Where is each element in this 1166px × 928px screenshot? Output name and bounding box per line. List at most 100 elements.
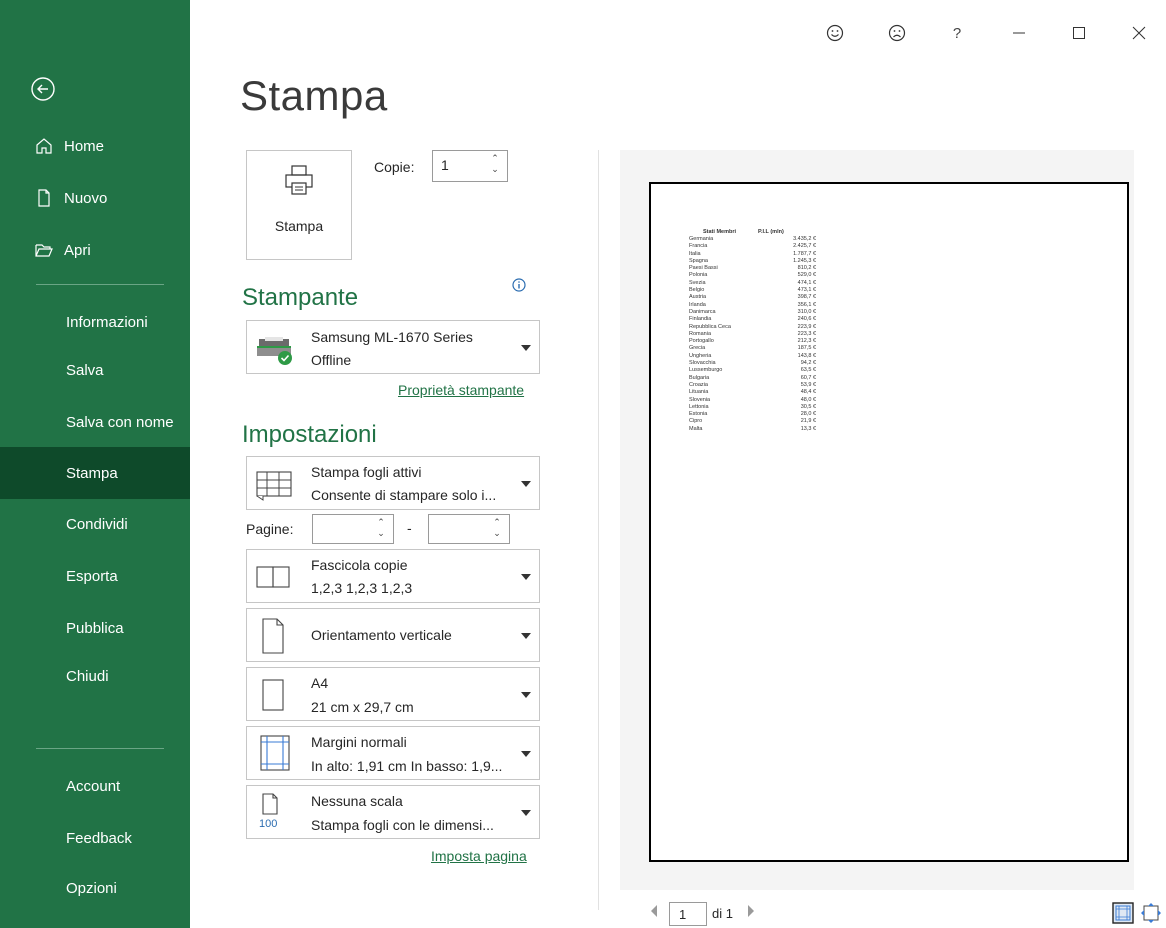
table-row: Repubblica Ceca 223,9 €: [689, 324, 816, 331]
print-what-line1: Stampa fogli attivi: [311, 464, 422, 480]
printer-section-title: Stampante: [242, 284, 359, 311]
gdp-cell: 28,0 €: [800, 411, 817, 418]
sidebar-item-open[interactable]: Apri: [0, 224, 190, 276]
maximize-icon[interactable]: [1064, 18, 1094, 48]
sidebar-item-label: Esporta: [66, 567, 118, 585]
gdp-cell: 310,0 €: [797, 308, 817, 315]
table-row: Estonia 28,0 €: [689, 411, 816, 418]
column-header: P.I.L (mln): [758, 229, 784, 235]
pages-from-input[interactable]: ⌃ ⌄: [312, 514, 394, 544]
show-margins-icon[interactable]: [1112, 902, 1134, 927]
table-row: Paesi Bassi 810,2 €: [689, 265, 816, 272]
copies-stepper[interactable]: 1 ⌃ ⌄: [432, 150, 508, 182]
pages-to-input[interactable]: ⌃ ⌄: [428, 514, 510, 544]
next-page-icon[interactable]: [746, 904, 756, 921]
table-row: Portogallo 212,3 €: [689, 338, 816, 345]
gdp-cell: 143,8 €: [797, 352, 817, 359]
country-cell: Grecia: [689, 345, 706, 352]
country-cell: Repubblica Ceca: [689, 323, 731, 330]
sheet-grid-icon: [255, 469, 295, 506]
gdp-cell: 13,3 €: [800, 425, 817, 432]
close-icon[interactable]: [1124, 18, 1154, 48]
sidebar-item-label: Condividi: [66, 515, 128, 533]
print-what-dropdown[interactable]: Stampa fogli attivi Consente di stampare…: [246, 456, 540, 510]
orientation-label: Orientamento verticale: [311, 627, 452, 643]
gdp-cell: 223,9 €: [797, 323, 817, 330]
country-cell: Bulgaria: [689, 374, 710, 381]
collate-dropdown[interactable]: Fascicola copie 1,2,3 1,2,3 1,2,3: [246, 549, 540, 603]
orientation-dropdown[interactable]: Orientamento verticale: [246, 608, 540, 662]
sidebar-item-label: Chiudi: [66, 667, 109, 685]
sidebar-item-label: Account: [66, 777, 121, 795]
scaling-line2: Stampa fogli con le dimensi...: [311, 817, 494, 833]
sidebar-item-informazioni[interactable]: Informazioni: [0, 296, 190, 348]
country-cell: Cipro: [689, 418, 703, 425]
back-arrow-icon[interactable]: [30, 76, 56, 102]
table-header-row: Stati Membri P.I.L (mln): [689, 228, 816, 236]
sidebar-item-label: Nuovo: [64, 189, 108, 207]
margins-dropdown[interactable]: Margini normali In alto: 1,91 cm In bass…: [246, 726, 540, 780]
sidebar-item-salva[interactable]: Salva: [0, 344, 190, 396]
help-icon[interactable]: ?: [942, 18, 972, 48]
sidebar-item-label: Stampa: [66, 464, 118, 482]
paper-size-line1: A4: [311, 675, 329, 691]
sidebar-item-home[interactable]: Home: [0, 120, 190, 172]
pages-label: Pagine:: [246, 521, 294, 537]
previous-page-icon[interactable]: [649, 904, 659, 921]
printer-properties-link[interactable]: Proprietà stampante: [398, 382, 524, 398]
sidebar-item-salva-con-nome[interactable]: Salva con nome: [0, 396, 190, 448]
chevron-down-icon: [521, 574, 531, 580]
sidebar-item-account[interactable]: Account: [0, 760, 190, 812]
chevron-down-icon: [521, 751, 531, 757]
gdp-cell: 810,2 €: [797, 265, 817, 272]
preview-table: Stati Membri P.I.L (mln) Germania 3.435,2…: [689, 228, 816, 433]
gdp-cell: 398,7 €: [797, 294, 817, 301]
spin-arrows-icon[interactable]: ⌃ ⌄: [375, 517, 387, 539]
print-what-line2: Consente di stampare solo i...: [311, 487, 497, 503]
gdp-cell: 223,3 €: [797, 330, 817, 337]
info-icon[interactable]: [512, 278, 526, 292]
table-row: Polonia 529,0 €: [689, 272, 816, 279]
scaling-line1: Nessuna scala: [311, 793, 403, 809]
sidebar-item-condividi[interactable]: Condividi: [0, 498, 190, 550]
table-row: Grecia 187,5 €: [689, 345, 816, 352]
table-row: Spagna 1.245,3 €: [689, 258, 816, 265]
print-button[interactable]: Stampa: [246, 150, 352, 260]
sidebar-item-opzioni[interactable]: Opzioni: [0, 862, 190, 914]
sidebar-item-label: Apri: [64, 241, 91, 259]
sidebar-item-label: Home: [64, 137, 105, 155]
country-cell: Svezia: [689, 279, 706, 286]
paper-size-dropdown[interactable]: A4 21 cm x 29,7 cm: [246, 667, 540, 721]
scaling-dropdown[interactable]: 100 Nessuna scala Stampa fogli con le di…: [246, 785, 540, 839]
sidebar-item-stampa[interactable]: Stampa: [0, 447, 190, 499]
minimize-icon[interactable]: [1004, 18, 1034, 48]
table-row: Belgio 473,1 €: [689, 287, 816, 294]
chevron-down-icon: [521, 345, 531, 351]
printer-dropdown[interactable]: Samsung ML-1670 Series Offline: [246, 320, 540, 374]
spin-arrows-icon[interactable]: ⌃ ⌄: [491, 517, 503, 539]
sidebar-item-pubblica[interactable]: Pubblica: [0, 602, 190, 654]
sidebar-item-esporta[interactable]: Esporta: [0, 550, 190, 602]
page-setup-link[interactable]: Imposta pagina: [431, 848, 527, 864]
print-preview-page: Stati Membri P.I.L (mln) Germania 3.435,2…: [649, 182, 1129, 862]
backstage-sidebar: Home Nuovo Apri Informazioni Salva Salva…: [0, 0, 190, 928]
copies-label: Copie:: [374, 159, 415, 175]
spin-arrows-icon[interactable]: ⌃ ⌄: [489, 153, 501, 175]
collate-icon: [255, 564, 295, 595]
sidebar-item-new[interactable]: Nuovo: [0, 172, 190, 224]
gdp-cell: 63,5 €: [800, 367, 817, 374]
sidebar-item-chiudi[interactable]: Chiudi: [0, 650, 190, 702]
gdp-cell: 53,9 €: [800, 381, 817, 388]
page-number-input[interactable]: 1: [669, 902, 707, 926]
smile-icon[interactable]: [820, 18, 850, 48]
gdp-cell: 529,0 €: [797, 272, 817, 279]
country-cell: Irlanda: [689, 301, 706, 308]
table-row: Finlandia 240,6 €: [689, 316, 816, 323]
sidebar-item-label: Pubblica: [66, 619, 124, 637]
column-header: Stati Membri: [703, 229, 737, 235]
paper-size-line2: 21 cm x 29,7 cm: [311, 699, 414, 715]
sidebar-item-feedback[interactable]: Feedback: [0, 812, 190, 864]
zoom-to-page-icon[interactable]: [1140, 902, 1162, 927]
chevron-down-icon: [521, 633, 531, 639]
frown-icon[interactable]: [882, 18, 912, 48]
